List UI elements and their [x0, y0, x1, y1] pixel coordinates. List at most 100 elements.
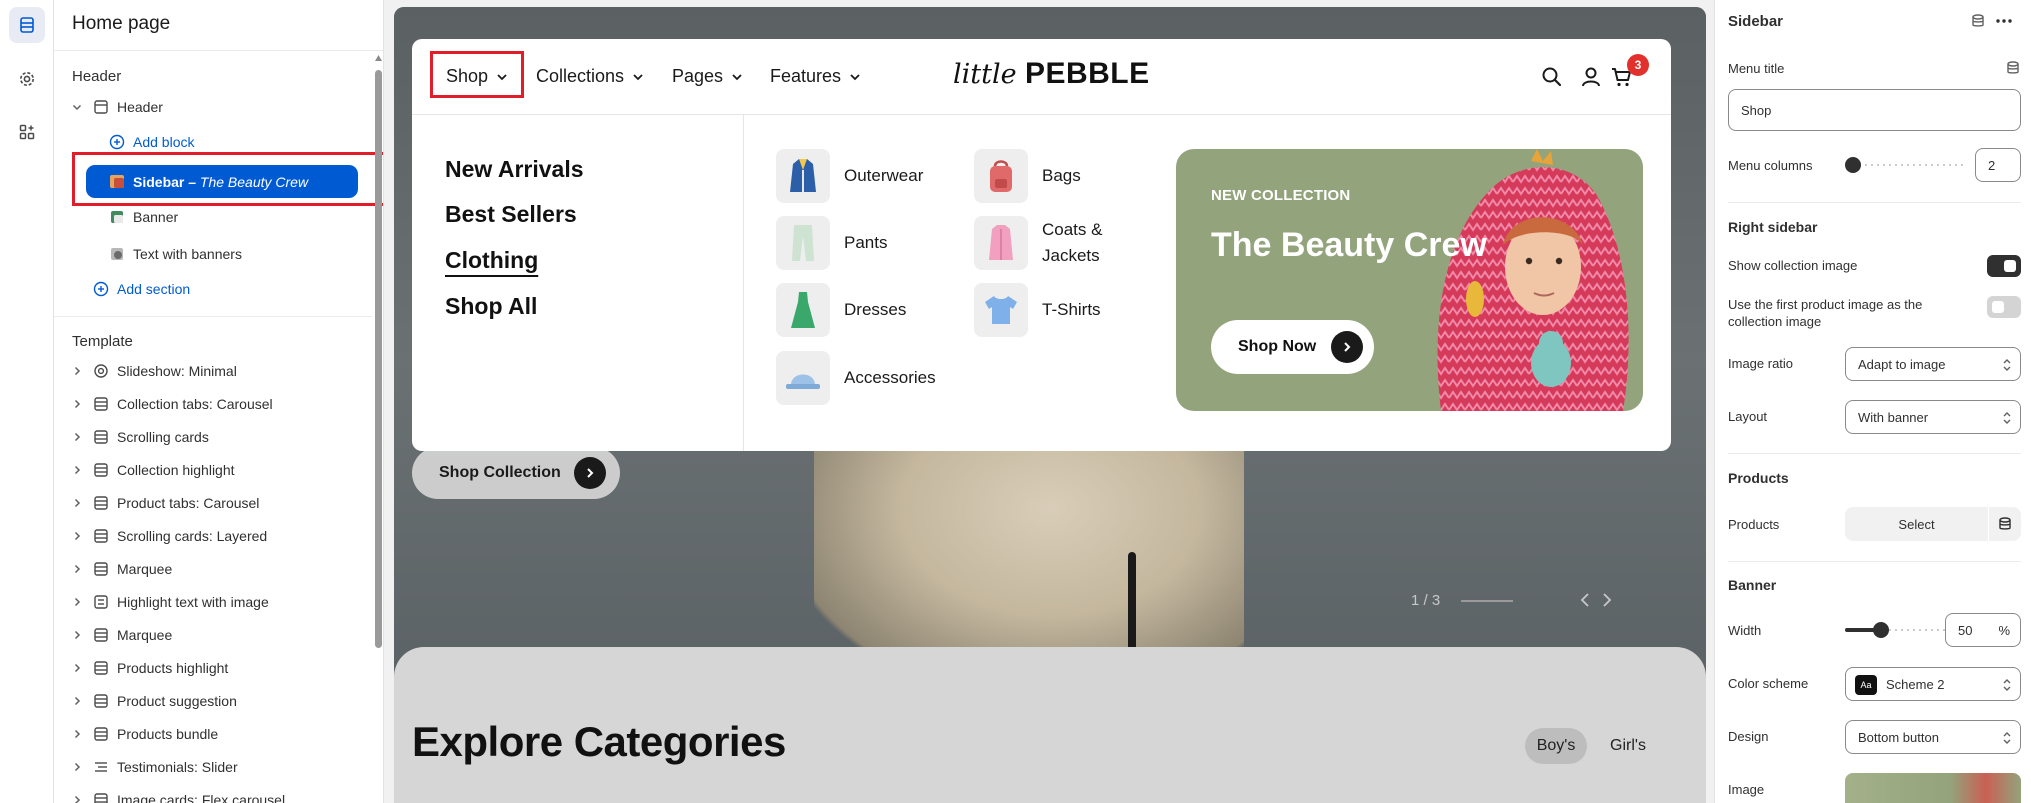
slide-next-icon[interactable]: [1600, 591, 1614, 609]
chevron-right-icon[interactable]: [70, 529, 84, 543]
chevron-right-icon[interactable]: [70, 595, 84, 609]
banner-image-picker[interactable]: [1845, 773, 2021, 803]
category-outerwear[interactable]: Outerwear: [776, 149, 923, 203]
add-section-link[interactable]: Add section: [117, 281, 190, 297]
nav-collections[interactable]: Collections: [536, 66, 644, 87]
width-input[interactable]: 50%: [1945, 613, 2021, 647]
products-select-button[interactable]: Select: [1845, 507, 1988, 541]
category-coats-jackets[interactable]: Coats & Jackets: [974, 216, 1102, 270]
width-slider-knob[interactable]: [1873, 622, 1889, 638]
category-bags[interactable]: Bags: [974, 149, 1081, 203]
template-section-row[interactable]: Products highlight: [54, 654, 372, 682]
more-options-icon[interactable]: [1995, 13, 2013, 29]
chevron-down-icon[interactable]: [70, 100, 84, 114]
tab-girls[interactable]: Girl's: [1597, 728, 1659, 764]
chevron-right-icon[interactable]: [70, 661, 84, 675]
category-dresses[interactable]: Dresses: [776, 283, 906, 337]
settings-gear-icon[interactable]: [9, 61, 45, 97]
template-section-row[interactable]: Product tabs: Carousel: [54, 489, 372, 517]
chevron-right-icon[interactable]: [70, 397, 84, 411]
template-section-row[interactable]: Product suggestion: [54, 687, 372, 715]
store-logo[interactable]: little PEBBLE: [953, 57, 1150, 91]
menu-link-best-sellers[interactable]: Best Sellers: [445, 201, 577, 228]
slide-progress: [1461, 600, 1513, 602]
color-scheme-select[interactable]: Aa Scheme 2: [1845, 667, 2021, 701]
template-section-row[interactable]: Image cards: Flex carousel: [54, 786, 372, 803]
menu-link-shop-all[interactable]: Shop All: [445, 293, 537, 320]
shop-collection-button[interactable]: Shop Collection: [412, 447, 620, 499]
slide-prev-icon[interactable]: [1578, 591, 1592, 609]
chevron-right-icon[interactable]: [70, 463, 84, 477]
nav-features-label: Features: [770, 66, 842, 86]
template-section-label: Collection tabs: Carousel: [117, 396, 273, 412]
nav-features[interactable]: Features: [770, 66, 861, 87]
template-section-row[interactable]: Slideshow: Minimal: [54, 357, 372, 385]
nav-pages[interactable]: Pages: [672, 66, 743, 87]
chevron-right-icon[interactable]: [70, 793, 84, 803]
width-value: 50: [1958, 622, 1973, 638]
template-section-row[interactable]: Marquee: [54, 621, 372, 649]
text-with-banners-row[interactable]: Text with banners: [54, 240, 372, 268]
menu-columns-input[interactable]: 2: [1975, 148, 2021, 182]
chevron-right-icon[interactable]: [70, 760, 84, 774]
template-section-row[interactable]: Marquee: [54, 555, 372, 583]
section-layout-icon: [94, 529, 108, 543]
add-block-link[interactable]: Add block: [133, 134, 194, 150]
shop-now-button[interactable]: Shop Now: [1211, 320, 1374, 374]
layout-select[interactable]: With banner: [1845, 400, 2021, 434]
design-select[interactable]: Bottom button: [1845, 720, 2021, 754]
template-section-row[interactable]: Collection tabs: Carousel: [54, 390, 372, 418]
account-icon[interactable]: [1579, 65, 1603, 89]
chevron-right-icon[interactable]: [70, 496, 84, 510]
database-icon[interactable]: [2005, 60, 2021, 76]
header-section-row[interactable]: Header: [54, 93, 372, 121]
width-track[interactable]: [1881, 628, 1945, 632]
category-tshirts[interactable]: T-Shirts: [974, 283, 1101, 337]
sections-icon[interactable]: [9, 7, 45, 43]
template-section-label: Testimonials: Slider: [117, 759, 238, 775]
banner-kicker: NEW COLLECTION: [1211, 187, 1351, 204]
menu-link-new-arrivals[interactable]: New Arrivals: [445, 156, 584, 183]
template-section-row[interactable]: Products bundle: [54, 720, 372, 748]
menu-title-input[interactable]: Shop: [1728, 89, 2021, 131]
show-collection-image-toggle[interactable]: [1987, 255, 2021, 277]
category-accessories[interactable]: Accessories: [776, 351, 936, 405]
template-section-row[interactable]: Highlight text with image: [54, 588, 372, 616]
icon-rail: [0, 0, 54, 803]
search-icon[interactable]: [1540, 65, 1564, 89]
category-pants[interactable]: Pants: [776, 216, 887, 270]
divider: [1728, 453, 2021, 454]
banner-block-row[interactable]: Banner: [54, 203, 372, 231]
header-section-label: Header: [117, 99, 163, 115]
menu-link-clothing[interactable]: Clothing: [445, 247, 538, 274]
divider: [54, 316, 372, 317]
template-section-row[interactable]: Scrolling cards: [54, 423, 372, 451]
text-block-icon: [94, 595, 108, 609]
apps-icon[interactable]: [9, 114, 45, 150]
chevron-right-icon[interactable]: [70, 364, 84, 378]
chevron-right-icon[interactable]: [70, 727, 84, 741]
left-scrollbar[interactable]: [372, 50, 383, 803]
width-label: Width: [1728, 623, 1762, 638]
scroll-up-icon[interactable]: [375, 55, 382, 61]
image-ratio-select[interactable]: Adapt to image: [1845, 347, 2021, 381]
highlight-box: [72, 152, 383, 206]
menu-columns-slider-knob[interactable]: [1845, 157, 1861, 173]
chevron-right-icon[interactable]: [70, 628, 84, 642]
template-section-row[interactable]: Collection highlight: [54, 456, 372, 484]
header-group-label: Header: [72, 68, 122, 85]
scroll-thumb[interactable]: [375, 70, 382, 648]
template-section-row[interactable]: Scrolling cards: Layered: [54, 522, 372, 550]
first-product-image-toggle[interactable]: [1987, 296, 2021, 318]
chevron-right-icon[interactable]: [70, 562, 84, 576]
chevron-right-icon[interactable]: [70, 694, 84, 708]
products-source-button[interactable]: [1989, 507, 2021, 541]
testimonials-icon: [95, 762, 107, 772]
template-section-row[interactable]: Testimonials: Slider: [54, 753, 372, 781]
tab-boys[interactable]: Boy's: [1525, 728, 1587, 764]
menu-columns-track[interactable]: [1845, 163, 1965, 167]
collection-banner[interactable]: NEW COLLECTION The Beauty Crew Shop Now: [1176, 149, 1643, 411]
database-icon[interactable]: [1970, 13, 1986, 29]
add-section-row[interactable]: Add section: [54, 275, 372, 303]
chevron-right-icon[interactable]: [70, 430, 84, 444]
